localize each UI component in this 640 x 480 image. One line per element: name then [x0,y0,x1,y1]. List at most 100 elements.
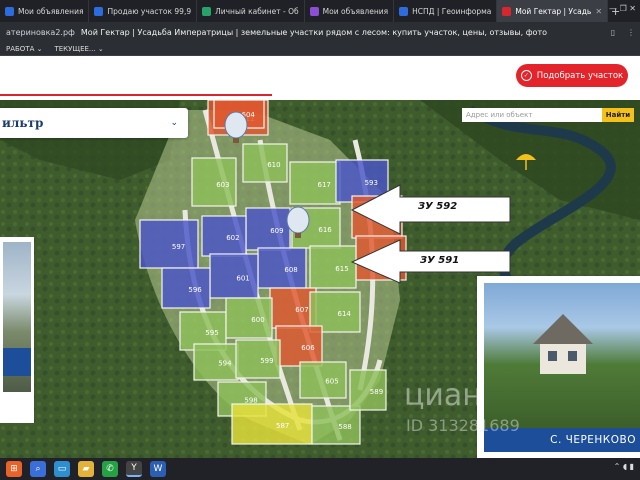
filter-dropdown[interactable]: ильтр ⌄ [0,108,188,138]
plot-610[interactable]: 610 [242,143,288,183]
tab-favicon-icon [94,6,104,16]
tab-favicon-icon [502,6,512,16]
tab-favicon-icon [309,6,319,16]
page-title: Мой Гектар | Усадьба Императрицы | земел… [80,27,548,37]
plot-617[interactable]: 617 [289,161,341,205]
tab-favicon-icon [5,6,14,16]
plot-label: 589 [370,388,383,396]
header-accent-line [0,94,272,96]
plot-589[interactable]: 589 [349,369,387,411]
plot-label: 617 [318,181,331,189]
plot-609[interactable]: 609 [245,207,291,251]
plot-shape[interactable] [225,297,273,339]
plot-607[interactable]: 607 [269,287,317,329]
plot-599[interactable]: 599 [235,339,281,379]
left-card-banner[interactable] [3,348,31,376]
task-view-icon[interactable]: ▭ [54,461,70,477]
plot-label: 588 [338,423,351,431]
explorer-icon[interactable]: ▰ [78,461,94,477]
browser-tab-bar: Мои объявления Продаю участок 99,9 Личны… [0,0,640,22]
plot-label: 603 [216,181,229,189]
find-button[interactable]: Найти [602,108,634,122]
plot-615[interactable]: 615 [309,245,357,289]
plot-shape[interactable] [269,287,317,329]
callout-label-591: ЗУ 591 [420,255,460,266]
plot-shape[interactable] [275,325,323,367]
window-controls-icon[interactable]: — ❐ ✕ [609,4,636,13]
plot-label: 597 [172,243,185,251]
whatsapp-icon[interactable]: ✆ [102,461,118,477]
pick-plot-button[interactable]: ✓ Подобрать участок [516,64,628,87]
plot-label: 587 [276,422,289,430]
plot-shape[interactable] [161,267,211,309]
plot-594[interactable]: 594 [193,343,239,381]
tab-favicon-icon [202,6,212,16]
bookmark-folder-current[interactable]: ТЕКУЩЕЕ... ⌄ [54,45,103,53]
plot-shape[interactable] [257,247,307,289]
plot-shape[interactable] [139,219,199,269]
address-domain[interactable]: атериновка2.рф [0,28,81,37]
plot-shape[interactable] [311,405,361,445]
browser-tab-active[interactable]: Мой Гектар | Усадь ✕ [497,0,609,22]
plot-label: 594 [218,360,232,368]
plot-label: 616 [318,226,332,234]
plot-label: 602 [226,234,239,242]
plot-shape[interactable] [299,361,347,399]
plot-label: 601 [236,274,249,282]
plot-shape[interactable] [309,245,357,289]
plot-label: 599 [260,357,273,365]
tab-favicon-icon [399,6,409,16]
plot-602[interactable]: 602 [201,215,247,257]
plot-label: 607 [295,306,308,314]
plot-label: 593 [365,179,378,187]
plot-label: 605 [325,378,338,386]
os-taskbar: ⊞ ⌕ ▭ ▰ ✆ Y W [0,458,640,480]
plot-label: 595 [205,329,218,337]
extensions-icon[interactable]: ⋮ [622,28,640,37]
word-icon[interactable]: W [150,461,166,477]
watermark-brand: циан [404,378,482,413]
bookmarks-bar: РАБОТА ⌄ ТЕКУЩЕЕ... ⌄ [0,42,640,56]
yandex-browser-icon[interactable]: Y [126,461,142,477]
plot-597[interactable]: 597 [139,219,199,269]
browser-tab[interactable]: Личный кабинет - Об [197,0,305,22]
plot-601[interactable]: 601 [209,253,259,299]
plot-label: 600 [251,316,264,324]
plot-label: 608 [284,266,297,274]
plot-label: 609 [270,227,283,235]
callout-label-592: ЗУ 592 [418,201,458,212]
plot-shape[interactable] [231,403,313,445]
house-icon [533,314,593,374]
plot-label: 610 [267,161,280,169]
browser-tab[interactable]: Продаю участок 99,9 [89,0,198,22]
browser-tab[interactable]: Мои объявления [0,0,90,22]
check-circle-icon: ✓ [520,70,532,81]
left-photo-card[interactable] [0,237,34,423]
watermark-id: ID 313281689 [406,416,520,435]
start-icon[interactable]: ⊞ [6,461,22,477]
plot-shape[interactable] [289,161,341,205]
plot-596[interactable]: 596 [161,267,211,309]
filter-label: ильтр [2,116,44,130]
plot-603[interactable]: 603 [191,157,237,207]
plot-label: 614 [338,310,352,318]
browser-tab[interactable]: Мои объявления [305,0,395,22]
bookmark-icon[interactable]: ▯ [604,28,622,37]
address-bar[interactable]: атериновка2.рф Мой Гектар | Усадьба Импе… [0,22,640,42]
village-photo [484,283,640,431]
plot-600[interactable]: 600 [225,297,273,339]
plot-588[interactable]: 588 [311,405,361,445]
search-icon[interactable]: ⌕ [30,461,46,477]
plot-605[interactable]: 605 [299,361,347,399]
system-tray[interactable]: ⌃ ◖ ▮ [614,462,634,471]
plot-label: 596 [188,286,202,294]
plot-587[interactable]: 587 [231,403,313,445]
plot-606[interactable]: 606 [275,325,323,367]
plot-label: 598 [244,396,257,404]
bookmark-folder-work[interactable]: РАБОТА ⌄ [6,45,42,53]
close-tab-icon[interactable]: ✕ [595,7,602,16]
browser-tab[interactable]: НСПД | Геоинформа [394,0,498,22]
plot-shape[interactable] [209,253,259,299]
map-search-input[interactable] [462,108,602,122]
plot-608[interactable]: 608 [257,247,307,289]
